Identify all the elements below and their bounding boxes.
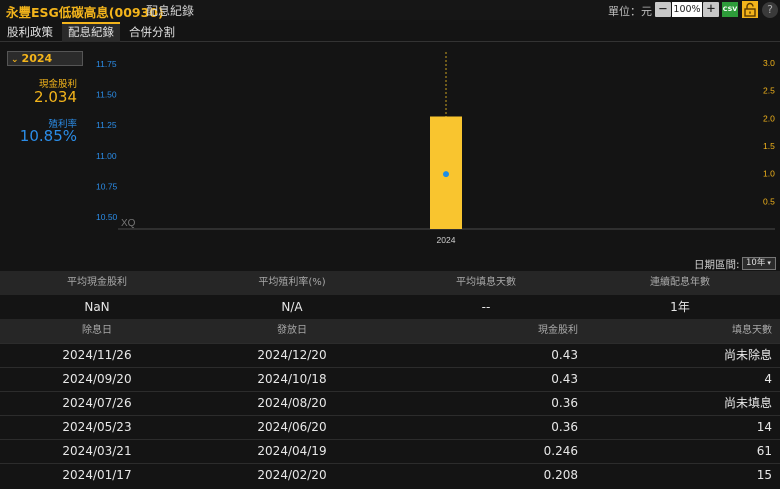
records-header-cell: 發放日 [277, 325, 307, 336]
chevron-down-icon: ▾ [767, 259, 771, 267]
y-right-tick-label: 3.0 [763, 58, 775, 68]
fill-days-cell: 15 [756, 468, 772, 482]
cash-dividend-cell: 0.246 [543, 444, 578, 458]
summary-value-cell: -- [481, 300, 491, 314]
y-left-tick-label: 11.50 [96, 90, 117, 100]
payment-date-cell: 2024/06/20 [257, 420, 327, 434]
y-left-tick-label: 11.25 [96, 120, 117, 130]
payment-date-cell: 2024/08/20 [257, 396, 327, 410]
table-row: 2024/05/23 2024/06/20 0.36 14 [0, 415, 780, 439]
fill-days-cell: 61 [756, 444, 772, 458]
y-left-tick-label: 10.75 [96, 181, 118, 191]
table-row: 2024/09/20 2024/10/18 0.43 4 [0, 367, 780, 391]
csv-export-button[interactable]: CSV [722, 2, 738, 17]
y-right-tick-label: 1.0 [763, 169, 775, 179]
unit-label: 單位：元 [608, 5, 652, 18]
help-button[interactable]: ? [762, 2, 778, 18]
fund-title: 永豐ESG低碳高息(00930) [6, 5, 164, 20]
ex-dividend-date-cell: 2024/05/23 [62, 420, 132, 434]
table-row: 2024/11/26 2024/12/20 0.43 尚未除息 [0, 343, 780, 367]
fill-days-cell: 14 [756, 420, 772, 434]
table-row: 2024/07/26 2024/08/20 0.36 尚未填息 [0, 391, 780, 415]
date-range-label: 日期區間: [694, 259, 740, 271]
payment-date-cell: 2024/02/20 [257, 468, 327, 482]
records-header-row: 除息日 發放日 現金股利 填息天數 [0, 319, 780, 343]
chart-watermark: XQ [121, 218, 136, 229]
tab-merge-split[interactable]: 合併分割 [122, 22, 182, 42]
summary-header-cell: 平均填息天數 [456, 277, 516, 288]
dividend-chart: XQ 11.75 11.50 11.25 11.00 10.75 10.50 3.0 2.5 2.… [96, 52, 775, 245]
page-subtitle: 配息紀錄 [146, 4, 195, 18]
ex-dividend-date-cell: 2024/09/20 [62, 372, 132, 386]
summary-value-row: NaN N/A -- 1年 [0, 295, 780, 319]
ex-dividend-date-cell: 2024/07/26 [62, 396, 132, 410]
records-header-cell: 現金股利 [538, 325, 578, 336]
ex-dividend-date-cell: 2024/03/21 [62, 444, 132, 458]
x-tick-label: 2024 [437, 235, 456, 245]
summary-header-cell: 連續配息年數 [650, 277, 710, 288]
fill-days-cell: 尚未填息 [723, 396, 772, 410]
summary-value-cell: N/A [281, 300, 303, 314]
y-left-tick-label: 10.50 [96, 212, 118, 222]
lock-button[interactable] [742, 1, 758, 18]
cash-dividend-cell: 0.43 [551, 348, 578, 362]
date-range-value: 10年 [746, 258, 766, 268]
y-right-tick-label: 2.0 [763, 113, 775, 123]
summary-header-row: 平均現金股利 平均殖利率(%) 平均填息天數 連續配息年數 [0, 271, 780, 295]
cash-dividend-cell: 0.208 [543, 468, 578, 482]
title-bar: 永豐ESG低碳高息(00930) 配息紀錄 單位：元 − 100% + CSV … [0, 0, 780, 20]
zoom-in-button[interactable]: + [703, 2, 719, 17]
tab-dividend-record[interactable]: 配息紀錄 [62, 22, 120, 42]
table-row: 2024/03/21 2024/04/19 0.246 61 [0, 439, 780, 463]
tab-bar: 股利政策 配息紀錄 合併分割 [0, 22, 780, 42]
dividend-records-table: 除息日 發放日 現金股利 填息天數 2024/11/26 2024/12/20 0.… [0, 319, 780, 489]
cash-dividend-cell: 0.36 [551, 420, 578, 434]
summary-header-cell: 平均殖利率(%) [258, 277, 326, 288]
y-left-tick-label: 11.00 [96, 151, 117, 161]
fill-days-cell: 4 [764, 372, 772, 386]
records-header-cell: 填息天數 [732, 325, 772, 336]
y-right-tick-label: 1.5 [763, 141, 775, 151]
summary-table: 平均現金股利 平均殖利率(%) 平均填息天數 連續配息年數 NaN N/A --… [0, 271, 780, 319]
records-header-cell: 除息日 [82, 325, 112, 336]
yield-point [443, 171, 449, 178]
payment-date-cell: 2024/10/18 [257, 372, 327, 386]
tab-dividend-policy[interactable]: 股利政策 [0, 22, 60, 42]
ex-dividend-date-cell: 2024/11/26 [62, 348, 132, 362]
summary-header-cell: 平均現金股利 [67, 277, 127, 288]
summary-value-cell: NaN [84, 300, 110, 314]
fill-days-cell: 尚未除息 [723, 348, 772, 362]
summary-value-cell: 1年 [670, 300, 690, 314]
date-range-dropdown[interactable]: 10年 ▾ [742, 257, 776, 270]
cash-dividend-cell: 0.36 [551, 396, 578, 410]
cash-dividend-cell: 0.43 [551, 372, 578, 386]
ex-dividend-date-cell: 2024/01/17 [62, 468, 132, 482]
lock-icon [744, 2, 756, 17]
y-right-tick-label: 0.5 [763, 196, 775, 206]
y-left-tick-label: 11.75 [96, 59, 117, 69]
table-row: 2024/01/17 2024/02/20 0.208 15 [0, 463, 780, 487]
payment-date-cell: 2024/12/20 [257, 348, 327, 362]
zoom-level: 100% [672, 2, 702, 17]
payment-date-cell: 2024/04/19 [257, 444, 327, 458]
zoom-out-button[interactable]: − [655, 2, 671, 17]
y-right-tick-label: 2.5 [763, 86, 775, 96]
